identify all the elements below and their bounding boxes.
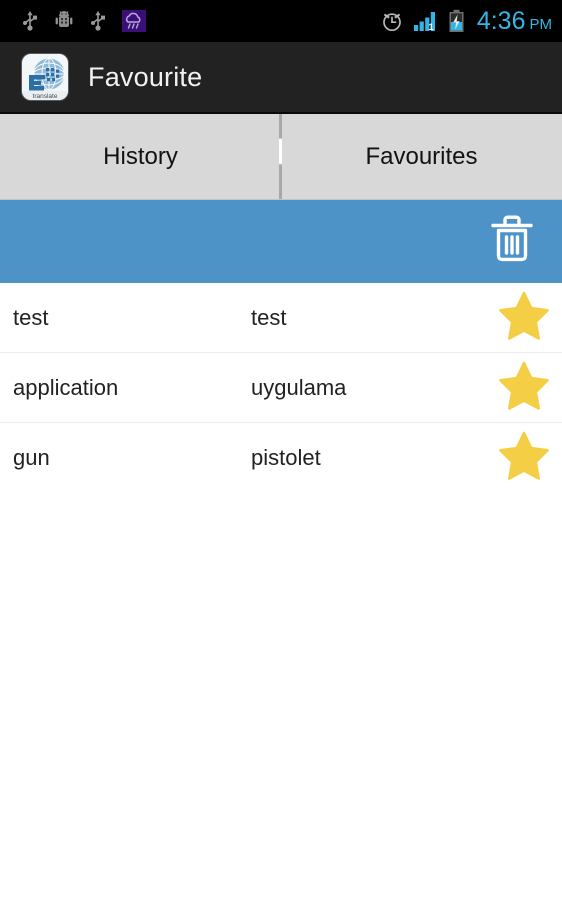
favourites-action-bar	[0, 200, 562, 283]
app-icon-caption: translate	[33, 93, 58, 100]
status-bar-right-icons: 1 4:36 PM	[380, 7, 552, 36]
clock-ampm: PM	[529, 15, 553, 33]
android-debug-icon	[54, 10, 74, 32]
tab-history[interactable]: History	[0, 114, 281, 199]
table-row[interactable]: gun pistolet	[0, 423, 562, 492]
row-source-text: gun	[13, 444, 50, 470]
usb-icon	[22, 10, 38, 32]
delete-all-button[interactable]	[485, 215, 539, 269]
screen-root: 1 4:36 PM translate Favourite History Fa…	[0, 0, 562, 900]
trash-icon	[489, 214, 535, 269]
tab-favourites[interactable]: Favourites	[281, 114, 562, 199]
star-icon	[498, 430, 550, 485]
row-target-text: uygulama	[251, 374, 347, 400]
table-row[interactable]: application uygulama	[0, 353, 562, 423]
status-bar-clock: 4:36 PM	[474, 7, 552, 36]
favourite-star-toggle[interactable]	[497, 361, 551, 415]
row-target-text: pistolet	[251, 444, 321, 470]
svg-text:1: 1	[428, 22, 433, 32]
page-title: Favourite	[88, 61, 203, 92]
star-icon	[498, 360, 550, 415]
star-icon	[498, 290, 550, 345]
tab-history-label: History	[103, 142, 178, 170]
translate-app-icon[interactable]: translate	[22, 54, 68, 100]
row-source-text: application	[13, 374, 119, 400]
favourite-star-toggle[interactable]	[497, 431, 551, 485]
tab-bar: History Favourites	[0, 114, 562, 200]
table-row[interactable]: test test	[0, 283, 562, 353]
clock-time: 4:36	[476, 6, 526, 35]
row-target-text: test	[251, 304, 287, 330]
alarm-clock-icon	[380, 9, 404, 33]
favourites-list: test test application uygulama gun pisto…	[0, 283, 562, 492]
signal-bars-icon: 1	[413, 9, 439, 33]
battery-charging-icon	[448, 9, 465, 33]
status-bar-left-icons	[22, 10, 146, 32]
usb-icon	[90, 10, 106, 32]
app-bar: translate Favourite	[0, 42, 562, 114]
row-source-text: test	[13, 304, 49, 330]
status-bar: 1 4:36 PM	[0, 0, 562, 42]
favourite-star-toggle[interactable]	[497, 291, 551, 345]
tab-favourites-label: Favourites	[365, 142, 478, 170]
empty-list-area	[0, 492, 562, 900]
weather-rain-icon	[122, 10, 146, 32]
